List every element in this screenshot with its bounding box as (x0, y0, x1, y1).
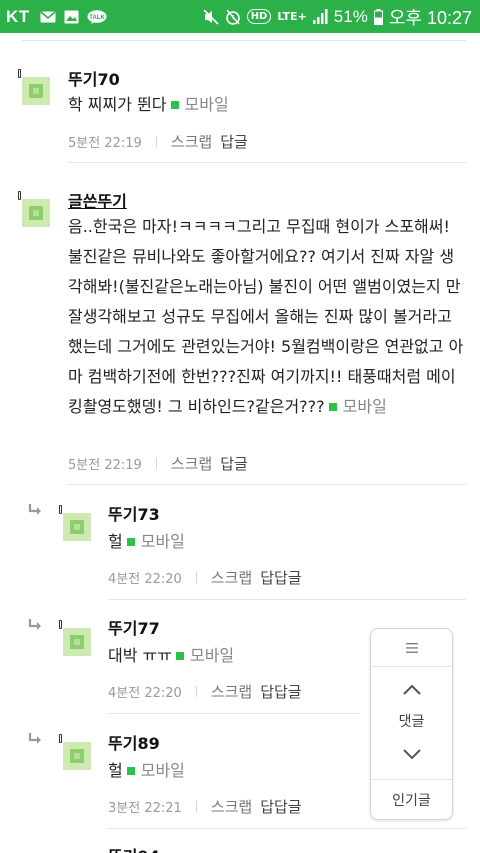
top-divider (22, 33, 466, 41)
menu-button[interactable] (371, 629, 452, 667)
comment-divider (108, 713, 360, 714)
device-label: 모바일 (140, 761, 185, 780)
comment-nav-label: 댓글 (398, 714, 425, 730)
comment-marker (59, 505, 62, 514)
carrier-label: KT (6, 6, 30, 26)
comment-marker (18, 69, 21, 78)
comment-time: 5분전 22:19 (68, 458, 142, 473)
chevron-up-icon (402, 684, 421, 695)
lte-label: LTE+ (277, 10, 307, 23)
gallery-icon (64, 10, 79, 24)
comment-divider (68, 484, 466, 485)
comment-text: 헐 모바일 (108, 527, 448, 557)
hd-icon: HD (246, 9, 272, 24)
reply-button[interactable]: 답답글 (260, 796, 301, 817)
meta-separator (195, 572, 197, 583)
scroll-up-button[interactable] (371, 673, 452, 707)
device-label: 모바일 (184, 95, 229, 114)
chevron-down-icon (402, 749, 421, 760)
meta-separator (195, 801, 197, 812)
comment-author[interactable]: 뚜기77 (108, 615, 160, 639)
comment-meta: 5분전 22:19 스크랩 답글 (68, 131, 248, 152)
clock: 오후 10:27 (388, 7, 472, 28)
mobile-dot-icon (126, 766, 135, 775)
mobile-dot-icon (328, 402, 337, 411)
mail-icon (40, 10, 56, 23)
reply-button[interactable]: 답글 (220, 453, 248, 474)
mute-icon (203, 8, 219, 25)
comment-text: 대박 ㅠㅠ 모바일 (108, 641, 358, 671)
battery-percent: 51% (333, 6, 368, 26)
device-label: 모바일 (342, 397, 387, 416)
device-label: 모바일 (140, 532, 185, 551)
comment-text: 헐 모바일 (108, 756, 358, 786)
popular-posts-button[interactable]: 인기글 (371, 779, 452, 820)
comment-marker (18, 191, 21, 200)
reply-arrow-icon (28, 731, 42, 745)
scrap-button[interactable]: 스크랩 (171, 131, 212, 152)
comment-time: 3분전 22:21 (108, 801, 182, 816)
comment-author[interactable]: 글쓴뚜기 (68, 188, 127, 212)
comment-time: 5분전 22:19 (68, 136, 142, 151)
battery-icon (373, 8, 383, 25)
alarm-icon (225, 9, 241, 25)
comment-meta: 3분전 22:21 스크랩 답답글 (108, 796, 302, 817)
comment-text: 학 찌찌가 뛴다 모바일 (68, 90, 448, 120)
comment-text-content: 헐 (108, 761, 123, 780)
scrap-button[interactable]: 스크랩 (211, 567, 252, 588)
comment-text: 음..한국은 마자!ㅋㅋㅋㅋ그리고 무집때 현이가 스포해써! 불진같은 뮤비나… (68, 212, 464, 422)
reply-button[interactable]: 답답글 (260, 681, 301, 702)
scrap-button[interactable]: 스크랩 (211, 796, 252, 817)
comment-author[interactable]: 뚜기94 (108, 843, 160, 853)
mobile-dot-icon (175, 651, 184, 660)
avatar[interactable] (63, 742, 91, 770)
comment-text-content: 음..한국은 마자!ㅋㅋㅋㅋ그리고 무집때 현이가 스포해써! 불진같은 뮤비나… (68, 217, 464, 416)
reply-arrow-icon (28, 502, 42, 516)
avatar[interactable] (63, 513, 91, 541)
avatar[interactable] (63, 628, 91, 656)
comment-meta: 4분전 22:20 스크랩 답답글 (108, 567, 302, 588)
device-label: 모바일 (189, 646, 235, 665)
meta-separator (155, 458, 157, 469)
comment-time: 4분전 22:20 (108, 572, 182, 587)
meta-separator (155, 136, 157, 147)
comment-time: 4분전 22:20 (108, 686, 182, 701)
scrap-button[interactable]: 스크랩 (171, 453, 212, 474)
mobile-dot-icon (170, 100, 179, 109)
comment-marker (59, 620, 62, 629)
scroll-down-button[interactable] (371, 737, 452, 771)
comment-author[interactable]: 뚜기89 (108, 730, 160, 754)
reply-arrow-icon (28, 617, 42, 631)
comment-divider (68, 162, 466, 163)
comment-meta: 4분전 22:20 스크랩 답답글 (108, 681, 302, 702)
avatar[interactable] (22, 199, 50, 227)
mobile-dot-icon (126, 537, 135, 546)
comment-meta: 5분전 22:19 스크랩 답글 (68, 453, 248, 474)
kakaotalk-icon: TALK (87, 9, 107, 24)
hamburger-icon (405, 642, 418, 653)
comment-author[interactable]: 뚜기73 (108, 501, 160, 525)
scrap-button[interactable]: 스크랩 (211, 681, 252, 702)
comment-author[interactable]: 뚜기70 (68, 66, 120, 90)
comment-divider (108, 599, 466, 600)
reply-button[interactable]: 답글 (220, 131, 248, 152)
comment-marker (59, 734, 62, 743)
reply-button[interactable]: 답답글 (260, 567, 301, 588)
comment-text-content: 학 찌찌가 뛴다 (68, 95, 167, 114)
status-bar: KT TALK HD LTE+ 51% 오후 10:27 (0, 0, 480, 33)
avatar[interactable] (22, 77, 50, 105)
comment-divider (108, 828, 466, 829)
comment-text-content: 대박 ㅠㅠ (108, 646, 172, 665)
comment-text-content: 헐 (108, 532, 123, 551)
floating-nav: 댓글 인기글 (370, 628, 453, 820)
signal-icon (312, 9, 328, 24)
svg-text:TALK: TALK (89, 15, 105, 21)
meta-separator (195, 686, 197, 697)
reply-arrow-icon (28, 846, 42, 853)
